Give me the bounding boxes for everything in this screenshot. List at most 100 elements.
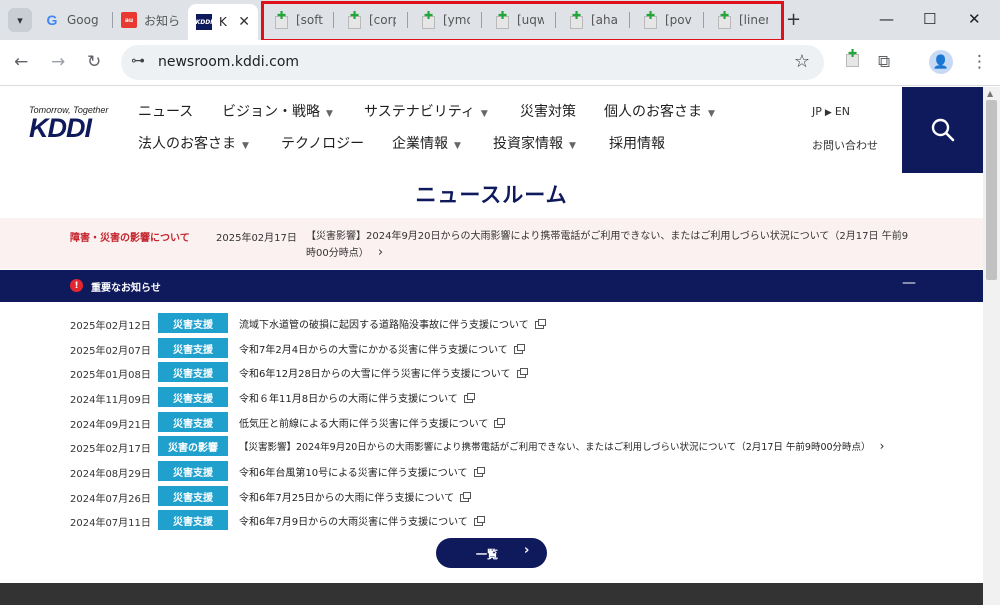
tab-search-button[interactable]: ▾: [8, 8, 32, 32]
person-icon: 👤: [932, 54, 950, 70]
extension-page-icon: [346, 9, 362, 29]
news-row[interactable]: 2024年07月26日 災害支援 令和6年7月25日からの大雨に伴う支援について: [0, 486, 983, 506]
tab-group-tab[interactable]: [povc: [642, 6, 692, 34]
maximize-icon[interactable]: ☐: [923, 10, 936, 28]
disaster-banner-label: 障害・災害の影響について: [70, 233, 190, 244]
nav-technology[interactable]: テクノロジー: [281, 133, 364, 153]
caret-down-icon: ▼: [454, 141, 461, 151]
menu-kebab-icon[interactable]: ⋮: [971, 52, 988, 72]
nav-recruit[interactable]: 採用情報: [609, 133, 665, 153]
news-title-link[interactable]: 令和6年7月25日からの大雨に伴う支援について: [239, 489, 472, 504]
important-notice-header[interactable]: ! 重要なお知らせ —: [0, 270, 983, 302]
news-title-link[interactable]: 令和6年12月28日からの大雪に伴う災害に伴う支援について: [239, 365, 528, 380]
chevron-right-icon: ›: [377, 245, 384, 260]
page-scrollbar[interactable]: ▲: [983, 87, 1000, 605]
tab-group-tab[interactable]: [corp: [346, 6, 396, 34]
logo-brand: KDDI: [29, 113, 92, 143]
external-link-icon: [460, 492, 472, 502]
news-title-link[interactable]: 低気圧と前線による大雨に伴う災害に伴う支援について: [239, 415, 506, 430]
tab-kddi-active[interactable]: KDDI K ✕: [188, 4, 258, 40]
nav-news[interactable]: ニュース: [138, 101, 193, 121]
reload-icon[interactable]: ↻: [87, 52, 101, 72]
category-badge: 災害支援: [158, 313, 228, 333]
external-link-icon: [534, 319, 546, 329]
back-icon[interactable]: ←: [14, 52, 28, 72]
news-row[interactable]: 2025年02月12日 災害支援 流域下水道管の破損に起因する道路陥没事故に伴う…: [0, 313, 983, 333]
close-window-icon[interactable]: ✕: [968, 10, 981, 28]
extension-page-icon: [494, 9, 510, 29]
category-badge: 災害支援: [158, 338, 228, 358]
tab-group-tab[interactable]: [ymo: [420, 6, 470, 34]
tab-title: [corp: [369, 13, 396, 27]
extension-page-icon[interactable]: [844, 47, 860, 71]
nav-business[interactable]: 法人のお客さま ▼: [138, 133, 249, 153]
scroll-thumb[interactable]: [986, 100, 997, 280]
chevron-down-icon: ▾: [17, 13, 23, 27]
news-title-link[interactable]: 【災害影響】2024年9月20日からの大雨影響により携帯電話がご利用できない、ま…: [239, 439, 884, 453]
extension-page-icon: [642, 9, 658, 29]
extension-page-icon: [273, 9, 289, 29]
lang-jp[interactable]: JP: [812, 105, 822, 118]
minimize-icon[interactable]: —: [879, 10, 894, 28]
tab-divider: [703, 12, 704, 28]
category-badge: 災害支援: [158, 461, 228, 481]
tab-group-tab[interactable]: [uqw: [494, 6, 544, 34]
tab-divider: [555, 12, 556, 28]
scroll-up-arrow-icon[interactable]: ▲: [987, 89, 993, 98]
nav-corporate[interactable]: 企業情報 ▼: [392, 133, 461, 153]
nav-disaster[interactable]: 災害対策: [520, 101, 576, 121]
news-row[interactable]: 2025年01月08日 災害支援 令和6年12月28日からの大雪に伴う災害に伴う…: [0, 362, 983, 382]
tab-au[interactable]: au お知ら: [121, 6, 183, 34]
tab-group-tab[interactable]: [ahar: [568, 6, 618, 34]
news-date: 2024年07月26日: [70, 494, 151, 505]
external-link-icon: [473, 516, 485, 526]
bookmark-star-icon[interactable]: ☆: [794, 51, 810, 72]
news-row[interactable]: 2025年02月17日 災害の影響 【災害影響】2024年9月20日からの大雨影…: [0, 436, 983, 456]
close-icon[interactable]: ✕: [238, 14, 250, 30]
tab-title: [ymo: [443, 13, 470, 27]
tab-divider: [112, 12, 113, 28]
news-row[interactable]: 2024年07月11日 災害支援 令和6年7月9日からの大雨災害に伴う支援につい…: [0, 510, 983, 530]
tab-title: [povc: [665, 13, 692, 27]
disaster-banner-link[interactable]: 【災害影響】2024年9月20日からの大雨影響により携帯電話がご利用できない、ま…: [306, 229, 916, 262]
extensions-puzzle-icon[interactable]: ⧉: [878, 52, 890, 72]
news-row[interactable]: 2024年08月29日 災害支援 令和6年台風第10号による災害に伴う支援につい…: [0, 461, 983, 481]
contact-link[interactable]: お問い合わせ: [812, 137, 878, 153]
extension-page-icon: [568, 9, 584, 29]
lang-en[interactable]: EN: [835, 105, 850, 118]
news-title-link[interactable]: 令和7年2月4日からの大雪にかかる災害に伴う支援について: [239, 341, 525, 356]
site-info-icon[interactable]: ⊶: [131, 53, 145, 69]
news-title-link[interactable]: 流域下水道管の破損に起因する道路陥没事故に伴う支援について: [239, 316, 546, 331]
forward-icon[interactable]: →: [51, 52, 65, 72]
collapse-icon[interactable]: —: [902, 275, 916, 291]
address-bar[interactable]: ⊶ newsroom.kddi.com ☆: [121, 45, 824, 80]
nav-investors[interactable]: 投資家情報 ▼: [493, 133, 576, 153]
nav-personal[interactable]: 個人のお客さま ▼: [604, 101, 715, 121]
category-badge: 災害支援: [158, 486, 228, 506]
tab-group-tab[interactable]: [liner: [716, 6, 768, 34]
tab-divider: [407, 12, 408, 28]
nav-sustainability[interactable]: サステナビリティ ▼: [364, 101, 488, 121]
tab-group-tab[interactable]: [softb: [273, 6, 323, 34]
new-tab-button[interactable]: +: [786, 9, 801, 30]
news-title-link[interactable]: 令和６年11月8日からの大雨に伴う支援について: [239, 390, 475, 405]
tab-divider: [333, 12, 334, 28]
profile-avatar[interactable]: 👤: [929, 50, 953, 74]
nav-vision[interactable]: ビジョン・戦略 ▼: [222, 101, 333, 121]
kddi-logo[interactable]: Tomorrow, Together KDDI: [29, 105, 108, 143]
external-link-icon: [473, 467, 485, 477]
news-date: 2024年11月09日: [70, 395, 151, 406]
site-search-button[interactable]: [902, 87, 983, 173]
tab-google[interactable]: G Goog: [44, 6, 106, 34]
external-link-icon: [494, 418, 506, 428]
news-title-link[interactable]: 令和6年7月9日からの大雨災害に伴う支援について: [239, 513, 485, 528]
category-badge: 災害支援: [158, 362, 228, 382]
tab-title: K: [219, 15, 227, 29]
url-text[interactable]: newsroom.kddi.com: [158, 54, 299, 70]
news-title-link[interactable]: 令和6年台風第10号による災害に伴う支援について: [239, 464, 485, 479]
news-row[interactable]: 2024年09月21日 災害支援 低気圧と前線による大雨に伴う災害に伴う支援につ…: [0, 412, 983, 432]
language-switcher[interactable]: JP ▶ EN: [812, 105, 850, 118]
news-row[interactable]: 2024年11月09日 災害支援 令和６年11月8日からの大雨に伴う支援について: [0, 387, 983, 407]
news-row[interactable]: 2025年02月07日 災害支援 令和7年2月4日からの大雪にかかる災害に伴う支…: [0, 338, 983, 358]
list-all-button[interactable]: 一覧 ›: [436, 538, 547, 568]
